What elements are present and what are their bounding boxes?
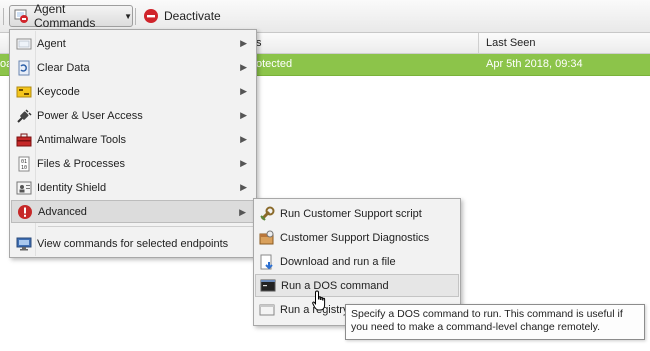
menu-item-label: Clear Data — [37, 61, 90, 74]
menu-item-antimalware-tools[interactable]: Antimalware Tools ▶ — [11, 128, 255, 151]
chevron-right-icon: ▶ — [240, 86, 247, 96]
column-divider[interactable] — [478, 33, 479, 53]
menu-item-identity-shield[interactable]: Identity Shield ▶ — [11, 176, 255, 199]
menu-item-label: Antimalware Tools — [37, 133, 127, 146]
submenu-item-support-diagnostics[interactable]: Customer Support Diagnostics — [255, 226, 459, 249]
chevron-right-icon: ▶ — [240, 62, 247, 72]
hand-cursor-icon — [312, 290, 328, 312]
svg-text:10: 10 — [21, 165, 27, 171]
toolbar-separator — [135, 8, 136, 25]
menu-item-label: Identity Shield — [37, 181, 107, 194]
menu-item-label: View commands for selected endpoints — [37, 237, 229, 250]
registry-icon — [259, 302, 275, 318]
column-header-last-seen[interactable]: Last Seen — [486, 37, 536, 49]
menu-item-label: Power & User Access — [37, 109, 143, 122]
submenu-item-label: Run a DOS command — [281, 279, 389, 292]
menu-item-label: Files & Processes — [37, 157, 126, 170]
menu-separator — [38, 226, 255, 227]
plug-icon — [16, 108, 32, 124]
agent-commands-menu: Agent ▶ Clear Data ▶ Keycode ▶ Power & U… — [9, 29, 257, 258]
toolbar-separator — [3, 8, 4, 25]
agent-icon — [16, 36, 32, 52]
warning-icon — [17, 204, 33, 220]
menu-item-label: Keycode — [37, 85, 80, 98]
monitor-icon — [16, 236, 32, 252]
keycode-icon — [16, 84, 32, 100]
submenu-item-label: Customer Support Diagnostics — [280, 231, 430, 244]
chevron-right-icon: ▶ — [240, 158, 247, 168]
clear-data-icon — [16, 60, 32, 76]
tooltip: Specify a DOS command to run. This comma… — [345, 304, 645, 340]
toolbox-icon — [16, 132, 32, 148]
deactivate-label: Deactivate — [164, 9, 221, 23]
row-cell-status: otected — [256, 58, 293, 70]
menu-item-view-commands[interactable]: View commands for selected endpoints — [11, 232, 255, 255]
menu-item-advanced[interactable]: Advanced ▶ — [11, 200, 255, 223]
submenu-item-label: Download and run a file — [280, 255, 396, 268]
console-icon — [260, 278, 276, 294]
menu-item-power-user-access[interactable]: Power & User Access ▶ — [11, 104, 255, 127]
diagnostics-icon — [259, 230, 275, 246]
menu-item-clear-data[interactable]: Clear Data ▶ — [11, 56, 255, 79]
deactivate-button[interactable]: Deactivate — [141, 5, 221, 27]
submenu-item-download-run-file[interactable]: Download and run a file — [255, 250, 459, 273]
agent-commands-icon — [13, 8, 29, 24]
files-icon: 01 10 — [16, 156, 32, 172]
submenu-item-run-support-script[interactable]: Run Customer Support script — [255, 202, 459, 225]
stop-icon — [143, 8, 159, 24]
chevron-right-icon: ▶ — [240, 182, 247, 192]
chevron-right-icon: ▶ — [240, 38, 247, 48]
chevron-down-icon: ▼ — [124, 11, 132, 21]
chevron-right-icon: ▶ — [240, 134, 247, 144]
wrench-icon — [259, 206, 275, 222]
menu-item-keycode[interactable]: Keycode ▶ — [11, 80, 255, 103]
menu-item-agent[interactable]: Agent ▶ — [11, 32, 255, 55]
chevron-right-icon: ▶ — [240, 110, 247, 120]
row-cell-last-seen: Apr 5th 2018, 09:34 — [486, 58, 583, 70]
chevron-right-icon: ▶ — [239, 207, 246, 217]
download-icon — [259, 254, 275, 270]
agent-commands-label: Agent Commands — [34, 2, 96, 30]
agent-commands-button[interactable]: Agent Commands ▼ — [9, 2, 133, 30]
menu-item-label: Agent — [37, 37, 66, 50]
identity-shield-icon — [16, 180, 32, 196]
menu-item-files-processes[interactable]: 01 10 Files & Processes ▶ — [11, 152, 255, 175]
submenu-item-label: Run Customer Support script — [280, 207, 422, 220]
submenu-item-run-dos-command[interactable]: Run a DOS command — [255, 274, 459, 297]
menu-item-label: Advanced — [38, 205, 87, 218]
